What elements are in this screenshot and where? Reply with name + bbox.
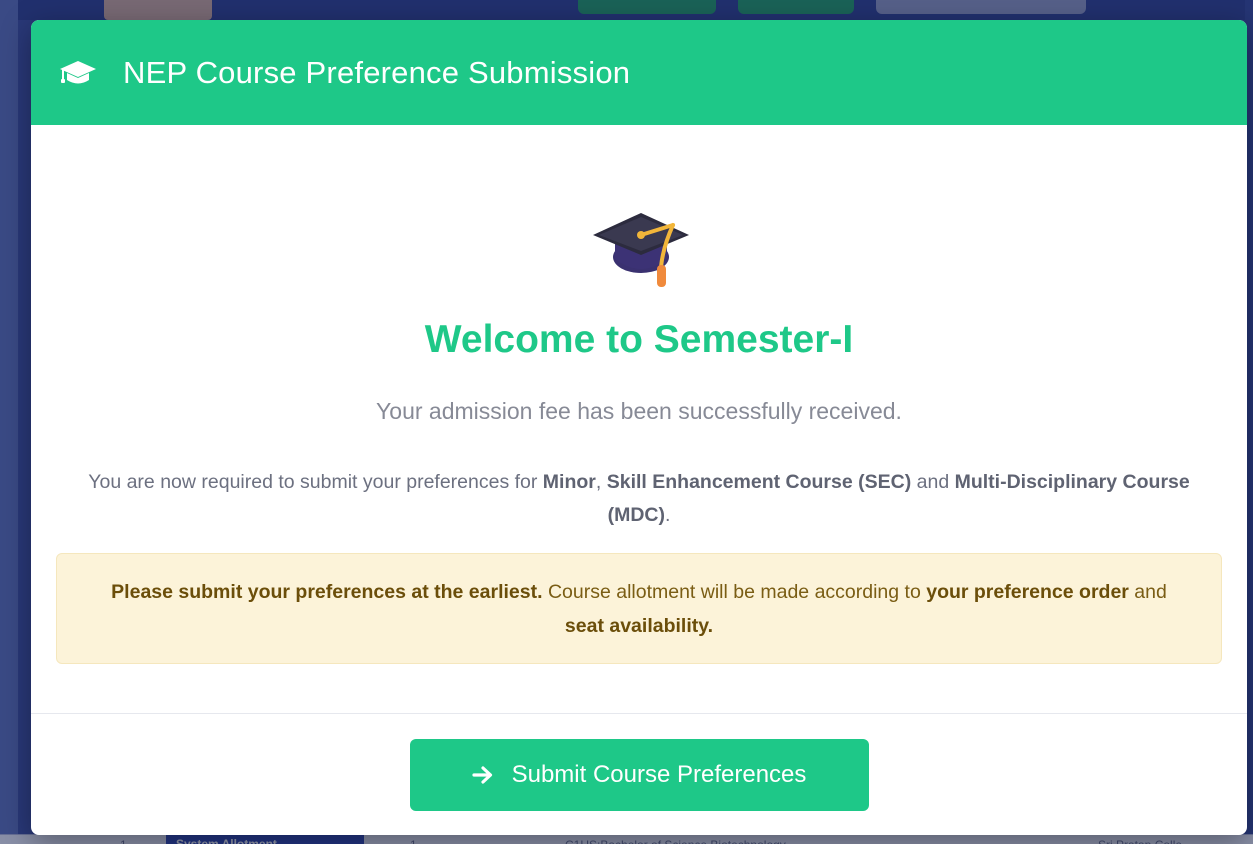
instructions-and: and [911,471,955,493]
instructions-text: You are now required to submit your pref… [88,471,543,493]
instructions-separator: , [595,471,607,493]
fee-received-message: Your admission fee has been successfully… [376,398,902,424]
submit-button-label: Submit Course Preferences [511,761,807,788]
instructions-suffix: . [664,504,671,526]
preference-modal: NEP Course Preference Submission Welcome… [31,20,1247,835]
alert-and: and [1128,580,1167,603]
alert-bold-lead: Please submit your preferences at the ea… [111,580,543,603]
alert-mid-text: Course allotment will be made according … [542,580,927,603]
alert-text: Please submit your preferences at the ea… [97,575,1181,643]
warning-alert: Please submit your preferences at the ea… [56,553,1222,664]
arrow-right-icon [471,765,494,785]
modal-footer: Submit Course Preferences [31,713,1247,835]
submit-preferences-button[interactable]: Submit Course Preferences [409,739,869,811]
preference-instructions: You are now required to submit your pref… [59,466,1219,532]
welcome-heading: Welcome to Semester-I [424,318,854,361]
alert-seat-availability: seat availability. [564,614,714,637]
alert-preference-order: your preference order [926,580,1129,603]
modal-title: NEP Course Preference Submission [123,54,631,90]
minor-label: Minor [542,471,596,493]
sec-label: Skill Enhancement Course (SEC) [606,471,912,493]
graduation-cap-icon [57,58,99,88]
modal-header: NEP Course Preference Submission [31,20,1247,125]
mortarboard-illustration [585,195,697,299]
